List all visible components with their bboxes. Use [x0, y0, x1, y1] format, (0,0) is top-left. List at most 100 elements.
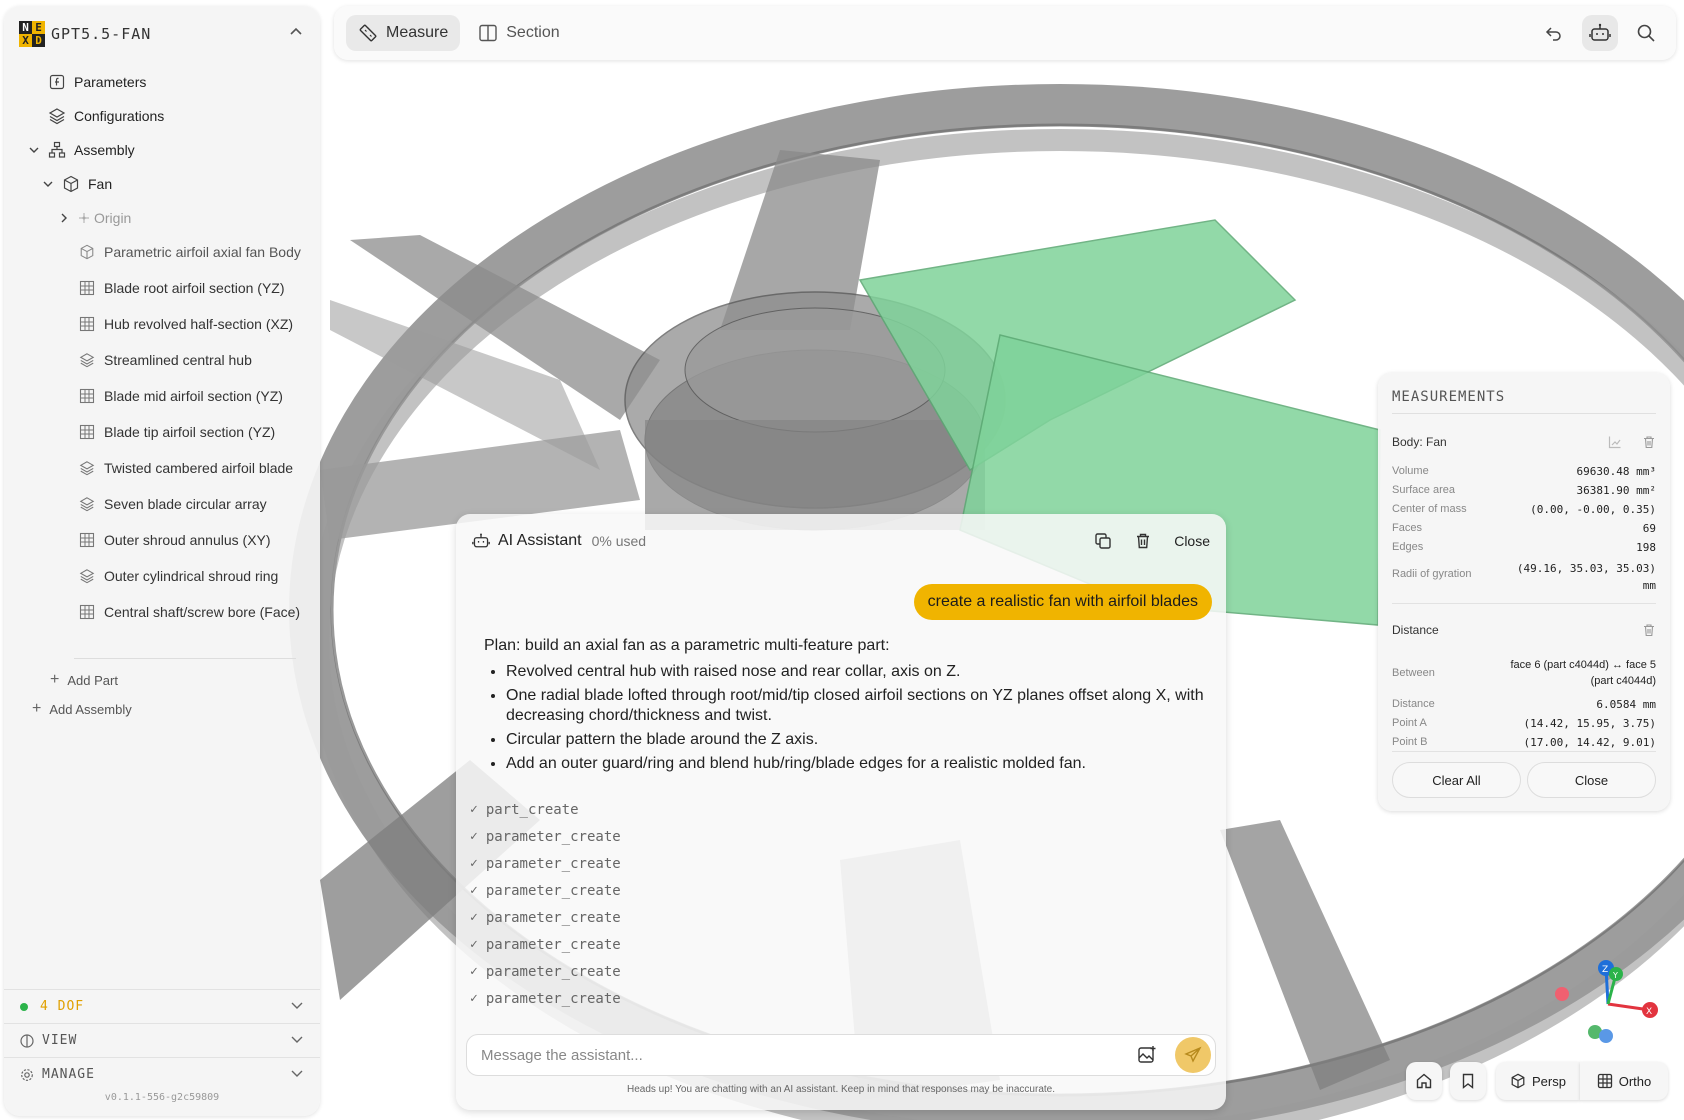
tree-item-feature[interactable]: Blade mid airfoil section (YZ): [78, 382, 283, 410]
message-input[interactable]: Message the assistant...: [466, 1034, 1216, 1076]
close-chat-button[interactable]: Close: [1174, 533, 1210, 549]
top-toolbar: Measure Section: [334, 6, 1676, 60]
tool-call-name: parameter_create: [485, 990, 621, 1007]
chevron-down-icon[interactable]: [290, 1066, 304, 1084]
add-assembly-label: Add Assembly: [49, 701, 132, 717]
orthographic-button[interactable]: Ortho: [1580, 1062, 1668, 1100]
chevron-down-icon[interactable]: [290, 1032, 304, 1050]
tree-item-feature[interactable]: Outer cylindrical shroud ring: [78, 562, 278, 590]
chevron-right-icon[interactable]: [56, 210, 72, 226]
grid-icon: [1597, 1073, 1613, 1089]
tree-item-feature[interactable]: Streamlined central hub: [78, 346, 252, 374]
tree-item-feature[interactable]: Twisted cambered airfoil blade: [78, 454, 293, 482]
tree-item-assembly[interactable]: Assembly: [26, 136, 135, 164]
perspective-button[interactable]: Persp: [1496, 1062, 1580, 1100]
sketch-grid-icon: [78, 423, 96, 441]
row-value: 6.0584 mm: [1596, 698, 1656, 711]
measure-button[interactable]: Measure: [346, 15, 461, 51]
chevron-down-icon[interactable]: [26, 142, 42, 158]
tool-call-item: ✓ parameter_create: [470, 931, 621, 958]
row-value: (14.42, 15.95, 3.75): [1523, 717, 1656, 730]
row-label: Surface area: [1392, 484, 1455, 496]
check-icon: ✓: [470, 991, 478, 1006]
add-assembly-button[interactable]: + Add Assembly: [32, 700, 132, 718]
chevron-down-icon[interactable]: [290, 998, 304, 1016]
measurement-row: Faces 69: [1392, 522, 1656, 535]
home-view-button[interactable]: [1406, 1062, 1442, 1100]
tree-item-feature[interactable]: Outer shroud annulus (XY): [78, 526, 271, 554]
view-section[interactable]: VIEW: [4, 1023, 320, 1057]
manage-section[interactable]: MANAGE: [4, 1057, 320, 1091]
plan-intro: Plan: build an axial fan as a parametric…: [484, 637, 890, 654]
row-label: Distance: [1392, 698, 1435, 710]
trash-icon[interactable]: [1134, 532, 1152, 550]
tree-item-feature[interactable]: Seven blade circular array: [78, 490, 267, 518]
body-section-header: Body: Fan: [1392, 435, 1656, 449]
tree-item-label: Blade root airfoil section (YZ): [104, 280, 285, 296]
add-part-button[interactable]: + Add Part: [50, 671, 118, 689]
sketch-grid-icon: [78, 279, 96, 297]
measurement-row: Point A (14.42, 15.95, 3.75): [1392, 717, 1656, 730]
chevron-down-icon[interactable]: [40, 176, 56, 192]
check-icon: ✓: [470, 802, 478, 817]
plan-item: Circular pattern the blade around the Z …: [506, 730, 1204, 750]
send-button[interactable]: [1175, 1037, 1211, 1073]
trash-icon[interactable]: [1642, 435, 1656, 449]
tree-item-feature[interactable]: Blade root airfoil section (YZ): [78, 274, 285, 302]
tree-item-feature[interactable]: Parametric airfoil axial fan Body: [78, 238, 301, 266]
tool-call-name: parameter_create: [485, 882, 621, 899]
axis-x-label: X: [1646, 1007, 1652, 1017]
measure-label: Measure: [386, 24, 449, 41]
trash-icon[interactable]: [1642, 623, 1656, 637]
between-value-2: (part c4044d): [1590, 675, 1656, 687]
input-placeholder: Message the assistant...: [481, 1046, 643, 1064]
tree-item-label: Seven blade circular array: [104, 496, 267, 512]
check-icon: ✓: [470, 856, 478, 871]
tree-item-parameters[interactable]: Parameters: [48, 68, 146, 96]
tree-item-fan[interactable]: Fan: [40, 170, 112, 198]
assistant-message: Plan: build an axial fan as a parametric…: [484, 636, 1204, 778]
tool-call-name: parameter_create: [485, 963, 621, 980]
ai-assistant-button[interactable]: [1582, 15, 1618, 51]
image-upload-icon[interactable]: [1137, 1045, 1157, 1065]
plus-icon: +: [50, 671, 60, 688]
row-value: 36381.90 mm²: [1576, 484, 1656, 497]
chart-icon[interactable]: [1608, 435, 1622, 449]
version-label: v0.1.1-556-g2c59809: [104, 1092, 220, 1103]
tree-item-label: Origin: [94, 210, 132, 226]
tree-item-label: Hub revolved half-section (XZ): [104, 316, 294, 332]
divider: [1392, 751, 1656, 752]
tool-call-name: part_create: [485, 801, 579, 818]
chevron-up-icon[interactable]: [288, 24, 304, 45]
tree-item-label: Outer cylindrical shroud ring: [104, 568, 279, 584]
tree-item-origin[interactable]: Origin: [56, 204, 131, 232]
sketch-grid-icon: [78, 315, 96, 333]
close-measurements-button[interactable]: Close: [1527, 762, 1656, 798]
bookmark-view-button[interactable]: [1450, 1062, 1486, 1100]
tree-item-feature[interactable]: Blade tip airfoil section (YZ): [78, 418, 275, 446]
tree-item-label: Streamlined central hub: [104, 352, 252, 368]
layers-icon: [78, 567, 96, 585]
row-value: 69: [1642, 522, 1656, 535]
tree-item-label: Parametric airfoil axial fan Body: [104, 244, 301, 260]
tree-item-configurations[interactable]: Configurations: [48, 102, 164, 130]
layers-icon: [78, 495, 96, 513]
copy-icon[interactable]: [1094, 532, 1112, 550]
sketch-grid-icon: [78, 387, 96, 405]
measurement-row: Distance 6.0584 mm: [1392, 698, 1656, 711]
bookmark-icon: [1460, 1073, 1476, 1089]
robot-icon: [1589, 22, 1611, 44]
function-icon: [48, 73, 66, 91]
check-icon: ✓: [470, 910, 478, 925]
undo-button[interactable]: [1536, 15, 1572, 51]
persp-label: Persp: [1532, 1073, 1566, 1089]
dof-section[interactable]: 4 DOF: [4, 989, 320, 1023]
tree-item-feature[interactable]: Hub revolved half-section (XZ): [78, 310, 293, 338]
row-label: Radii of gyration: [1392, 568, 1472, 580]
send-icon: [1184, 1046, 1202, 1064]
measurements-panel: MEASUREMENTS Body: Fan Volume 69630.48 mm…: [1378, 373, 1670, 811]
clear-all-button[interactable]: Clear All: [1392, 762, 1521, 798]
section-button[interactable]: Section: [466, 15, 571, 51]
search-button[interactable]: [1628, 15, 1664, 51]
tree-item-feature[interactable]: Central shaft/screw bore (Face): [78, 598, 300, 626]
